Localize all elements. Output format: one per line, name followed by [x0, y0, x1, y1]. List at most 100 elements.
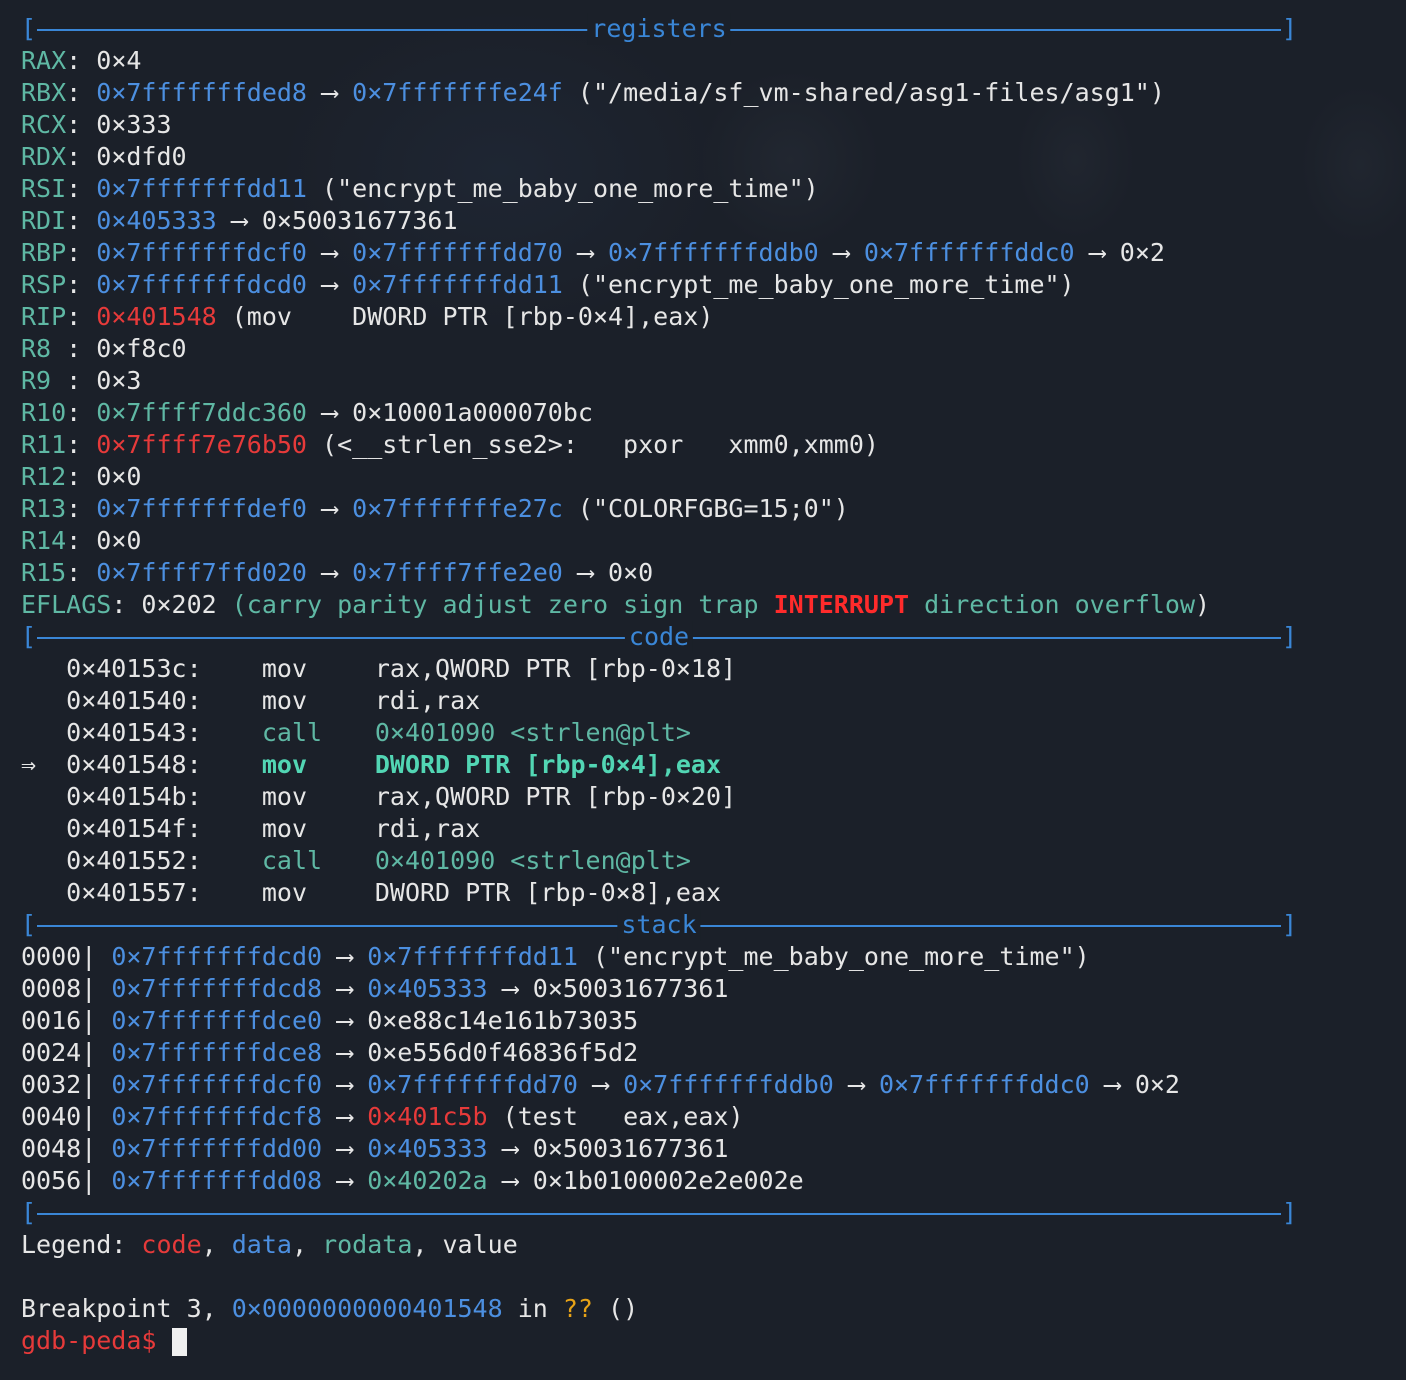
text-cursor[interactable] — [171, 1328, 187, 1356]
code-opcode: call — [261, 846, 323, 875]
eflags-label: EFLAGS — [21, 590, 112, 619]
register-colon: : — [66, 46, 97, 75]
code-row: 0×401540: mov rdi,rax — [21, 685, 1401, 717]
stack-value: ⟶ — [577, 1070, 624, 1099]
stack-offset: 0056 — [21, 1166, 82, 1195]
register-name: RBX — [21, 78, 67, 107]
register-value: 0×7ffff7ffd020 — [96, 558, 307, 587]
stack-value: 0×40202a — [367, 1166, 488, 1195]
stack-value: 0×401c5b — [367, 1102, 488, 1131]
stack-panel: 0000| 0×7fffffffdcd0 ⟶ 0×7fffffffdd11 ("… — [21, 941, 1401, 1197]
stack-value: 0×7fffffffdd11 — [367, 942, 578, 971]
register-name: R14 — [21, 526, 67, 555]
prompt-line[interactable]: gdb-peda$ — [21, 1325, 1401, 1357]
stack-value: ⟶ — [1089, 1070, 1135, 1099]
stack-row: 0032| 0×7fffffffdcf0 ⟶ 0×7fffffffdd70 ⟶ … — [21, 1069, 1401, 1101]
stack-row: 0008| 0×7fffffffdcd8 ⟶ 0×405333 ⟶ 0×5003… — [21, 973, 1401, 1005]
register-value: 0×dfd0 — [96, 142, 187, 171]
breakpoint-parens: () — [592, 1294, 639, 1323]
stack-divider: | — [81, 1102, 112, 1131]
register-value: 0×4 — [96, 46, 142, 75]
registers-panel: RAX: 0×4 RBX: 0×7fffffffded8 ⟶ 0×7fffffff… — [21, 45, 1401, 589]
register-value: ⟶ — [306, 558, 353, 587]
stack-offset: 0016 — [21, 1006, 82, 1035]
legend-label: Legend: — [21, 1230, 142, 1259]
code-opcode: call — [261, 718, 323, 747]
gdb-prompt: gdb-peda$ — [21, 1326, 172, 1355]
stack-divider: | — [81, 1166, 112, 1195]
register-colon: : — [66, 142, 97, 171]
code-opcode: mov — [261, 654, 307, 683]
register-value: 0×0 — [608, 558, 654, 587]
register-colon: : — [66, 494, 97, 523]
stack-value: ⟶ — [322, 1038, 368, 1067]
stack-value: 0×7fffffffddc0 — [878, 1070, 1090, 1099]
register-value: ("encrypt_me_baby_one_more_time") — [306, 174, 819, 203]
legend-item: value — [442, 1230, 518, 1259]
register-value: ("encrypt_me_baby_one_more_time") — [562, 270, 1075, 299]
register-value: 0×7fffffffe27c — [352, 494, 563, 523]
register-value: 0×7ffff7ddc360 — [96, 398, 307, 427]
code-separator: [code] — [21, 621, 1297, 653]
register-value: (<__strlen_sse2>: pxor xmm0,xmm0) — [306, 430, 879, 459]
stack-value: (test eax,eax) — [487, 1102, 744, 1131]
register-row: R14: 0×0 — [21, 525, 1401, 557]
stack-value: 0×7fffffffdcd8 — [111, 974, 323, 1003]
register-colon: : — [66, 238, 97, 267]
register-name: R12 — [21, 462, 67, 491]
code-panel: 0×40153c: mov rax,QWORD PTR [rbp-0×18] 0×… — [21, 653, 1401, 909]
stack-row: 0000| 0×7fffffffdcd0 ⟶ 0×7fffffffdd11 ("… — [21, 941, 1401, 973]
terminal-output[interactable]: [registers] RAX: 0×4 RBX: 0×7fffffffded8 … — [21, 13, 1401, 1357]
stack-value: 0×405333 — [367, 1134, 488, 1163]
code-address: 0×401557: — [66, 878, 202, 907]
register-name: RIP — [21, 302, 67, 331]
stack-offset: 0024 — [21, 1038, 82, 1067]
register-name: RDX — [21, 142, 67, 171]
code-operands: rax,QWORD PTR [rbp-0×18] — [374, 654, 737, 683]
legend-item: rodata — [322, 1230, 413, 1259]
stack-divider: | — [81, 1038, 112, 1067]
breakpoint-function: ?? — [562, 1294, 593, 1323]
register-row: RIP: 0×401548 (mov DWORD PTR [rbp-0×4],e… — [21, 301, 1401, 333]
stack-row: 0048| 0×7fffffffdd00 ⟶ 0×405333 ⟶ 0×5003… — [21, 1133, 1401, 1165]
code-opcode: mov — [261, 878, 307, 907]
stack-value: ⟶ — [487, 1134, 533, 1163]
register-name: R9 — [21, 366, 67, 395]
register-value: 0×7fffffffded8 — [96, 78, 307, 107]
register-row: R12: 0×0 — [21, 461, 1401, 493]
code-address: 0×401552: — [66, 846, 202, 875]
stack-offset: 0048 — [21, 1134, 82, 1163]
stack-offset: 0040 — [21, 1102, 82, 1131]
stack-row: 0056| 0×7fffffffdd08 ⟶ 0×40202a ⟶ 0×1b01… — [21, 1165, 1401, 1197]
register-value: ⟶ — [562, 558, 609, 587]
stack-offset: 0032 — [21, 1070, 82, 1099]
stack-value: ⟶ — [487, 1166, 533, 1195]
eflags-flag: direction overflow — [909, 590, 1196, 619]
register-value: ("COLORFGBG=15;0") — [562, 494, 849, 523]
stack-offset: 0000 — [21, 942, 82, 971]
stack-value: ⟶ — [322, 1166, 368, 1195]
legend-item: , — [201, 1230, 232, 1259]
register-value: 0×7fffffffddb0 — [608, 238, 819, 267]
legend-item: code — [141, 1230, 202, 1259]
stack-value: ⟶ — [322, 974, 368, 1003]
register-value: 0×7fffffffddc0 — [863, 238, 1075, 267]
register-value: 0×7fffffffdd11 — [96, 174, 307, 203]
stack-value: 0×50031677361 — [532, 974, 729, 1003]
register-value: ⟶ — [562, 238, 609, 267]
stack-row: 0040| 0×7fffffffdcf8 ⟶ 0×401c5b (test ea… — [21, 1101, 1401, 1133]
register-name: RCX — [21, 110, 67, 139]
register-value: 0×333 — [96, 110, 172, 139]
register-colon: : — [66, 78, 97, 107]
code-address: 0×401543: — [66, 718, 202, 747]
code-operands: 0×401090 <strlen@plt> — [374, 846, 691, 875]
register-value: ⟶ — [216, 206, 262, 235]
register-colon: : — [66, 558, 97, 587]
stack-value: 0×405333 — [367, 974, 488, 1003]
breakpoint-text: Breakpoint 3, — [21, 1294, 232, 1323]
stack-title: stack — [617, 909, 701, 941]
stack-value: ⟶ — [487, 974, 533, 1003]
stack-row: 0024| 0×7fffffffdce8 ⟶ 0×e556d0f46836f5d… — [21, 1037, 1401, 1069]
register-row: R11: 0×7ffff7e76b50 (<__strlen_sse2>: px… — [21, 429, 1401, 461]
